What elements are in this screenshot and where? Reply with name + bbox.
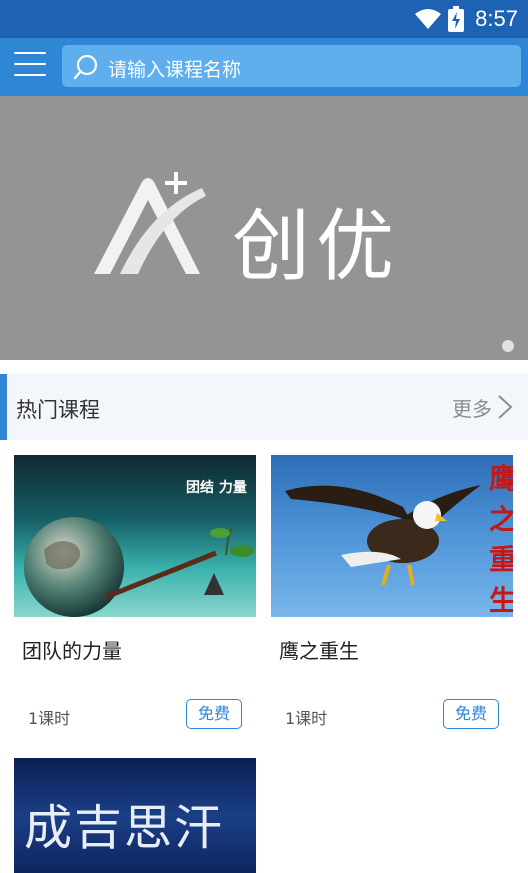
section-title: 热门课程: [16, 398, 100, 422]
app-header: 请输入课程名称: [0, 38, 528, 96]
course-lessons: 1课时: [28, 709, 71, 728]
course-card[interactable]: 鹰之重生 鹰之重生 1课时 免费: [271, 455, 513, 745]
course-title: 鹰之重生: [279, 639, 359, 663]
search-icon: [73, 54, 98, 80]
banner-carousel[interactable]: 创优: [0, 96, 528, 360]
course-thumbnail[interactable]: 成吉思汗: [14, 758, 256, 873]
free-badge: 免费: [186, 699, 242, 729]
status-bar: 8:57: [0, 0, 528, 38]
course-thumbnail[interactable]: 团结 力量: [14, 455, 256, 617]
chevron-right-icon: [498, 395, 513, 419]
status-time: 8:57: [475, 6, 518, 31]
section-accent-bar: [0, 374, 7, 440]
logo-icon: [94, 172, 206, 274]
course-title: 团队的力量: [22, 639, 122, 663]
thumbnail-caption: 团结 力量: [186, 480, 247, 496]
eagle-illustration: [285, 485, 481, 586]
wifi-icon: [415, 9, 441, 29]
carousel-indicator[interactable]: [502, 340, 514, 352]
course-lessons: 1课时: [285, 709, 328, 728]
search-placeholder: 请输入课程名称: [108, 59, 242, 81]
more-label: 更多: [452, 396, 492, 421]
battery-charging-icon: [448, 6, 464, 32]
hot-courses-header: 热门课程 更多: [0, 374, 528, 440]
course-card[interactable]: 成吉思汗: [14, 758, 256, 873]
search-input[interactable]: 请输入课程名称: [62, 45, 521, 87]
course-card[interactable]: 团结 力量 团队的力量 1课时 免费: [14, 455, 256, 745]
thumbnail-caption: 鹰之重生: [489, 462, 513, 617]
banner-logo-text: 创优: [232, 202, 401, 292]
menu-icon[interactable]: [14, 52, 46, 80]
free-badge: 免费: [443, 699, 499, 729]
thumbnail-caption: 成吉思汗: [24, 800, 225, 856]
more-link[interactable]: 更多: [452, 392, 514, 422]
course-thumbnail[interactable]: 鹰之重生: [271, 455, 513, 617]
